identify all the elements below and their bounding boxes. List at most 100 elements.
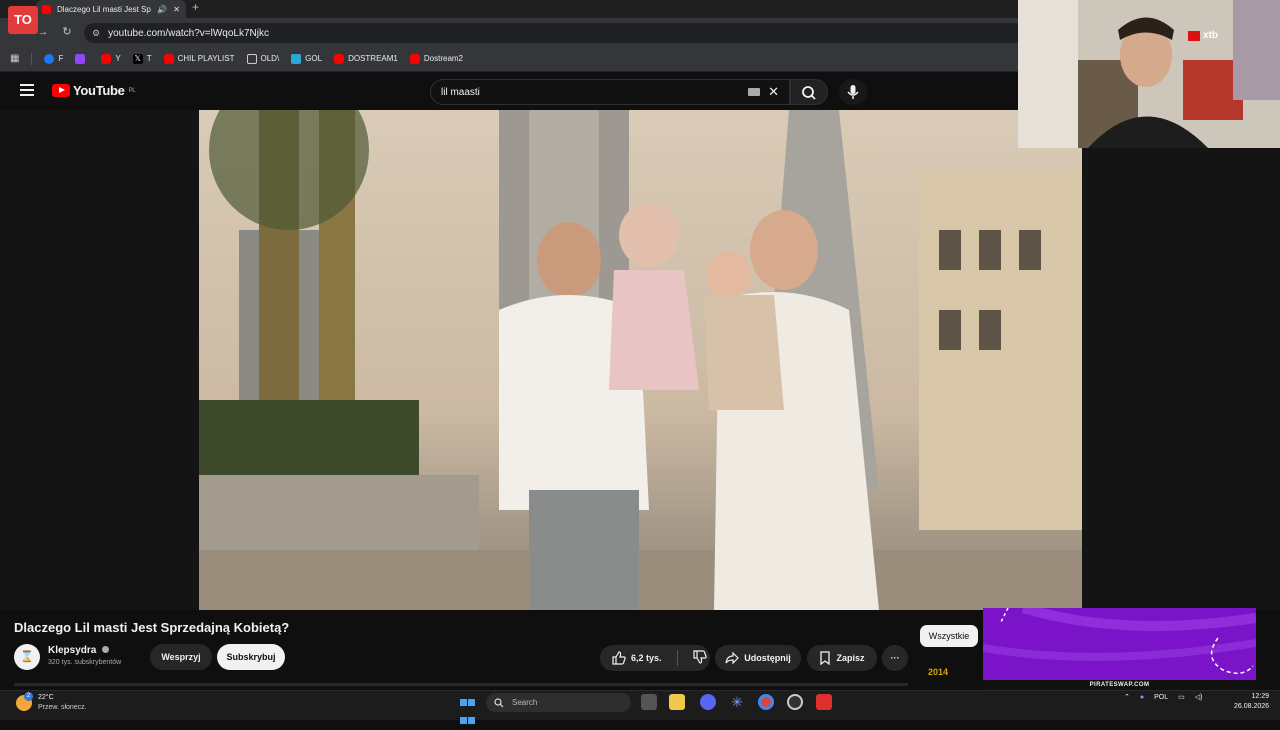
share-icon [725,651,740,665]
channel-avatar[interactable]: ⌛ [14,644,40,670]
tab-audio-icon[interactable]: 🔊 [157,5,167,14]
app-circle-icon[interactable] [787,694,803,710]
save-button[interactable]: Zapisz [807,645,877,671]
sponsor-logo: xtb [1188,30,1218,41]
facebook-icon [44,53,55,64]
clear-search-icon[interactable]: ✕ [768,84,779,100]
region-code: PL [128,87,136,94]
taskbar-search-placeholder: Search [512,698,538,707]
taskbar-clock[interactable]: 12:29 26.08.2026 [1234,692,1269,712]
webcam-image [1018,0,1280,148]
taskbar-search[interactable]: Search [486,693,631,712]
verified-icon [102,646,110,653]
reload-icon[interactable]: ↻ [60,25,74,39]
keyboard-icon[interactable] [748,88,761,96]
subscribe-button[interactable]: Subskrybuj [217,644,285,670]
tab-close-icon[interactable]: ✕ [173,5,180,14]
thumbs-down-icon [692,650,707,664]
tray-expand-icon[interactable]: ⌃ [1124,693,1130,701]
apps-grid-icon[interactable]: ▦ [10,53,19,64]
share-button[interactable]: Udostępnij [715,645,801,671]
app-sparkle-icon[interactable]: ✳ [729,694,745,710]
bookmark-y[interactable]: Y [101,53,121,64]
twitch-icon [75,53,86,64]
x-icon: 𝕏 [132,53,143,64]
bookmark-icon [820,651,831,665]
subscriber-count: 320 tys. subskrybentów [48,659,122,666]
filter-chip-all[interactable]: Wszystkie [920,625,978,647]
bookmark-t[interactable]: 𝕏T [132,53,152,64]
streamer-webcam [1018,0,1280,148]
windows-taskbar [0,690,1280,720]
microphone-icon [847,85,859,99]
clock-time: 12:29 [1251,693,1270,700]
windows-start-icon[interactable] [460,694,476,724]
youtube-logo[interactable]: YouTube PL [52,83,136,98]
new-tab-icon[interactable]: + [192,0,199,14]
channel-name[interactable]: Klepsydra [48,645,110,656]
search-icon [802,86,816,100]
youtube-icon [101,53,112,64]
join-button[interactable]: Wesprzyj [150,644,212,670]
youtube-icon [334,53,345,64]
youtube-icon [409,53,420,64]
chrome-icon[interactable] [758,694,774,710]
file-explorer-icon[interactable] [669,694,685,710]
app-red-icon[interactable] [816,694,832,710]
task-view-icon[interactable] [641,694,657,710]
tab-favicon-icon [42,4,51,14]
like-divider [676,650,678,666]
url-text: youtube.com/watch?v=lWqoLk7Njkc [108,27,269,39]
discord-icon[interactable] [700,694,716,710]
system-tray: ⌃ ● POL ▭ ◁) [1124,693,1203,702]
youtube-play-icon [52,84,70,97]
video-player[interactable] [199,110,1082,610]
recommendation-year-label: 2014 [928,667,949,677]
bookmark-dostream2[interactable]: Dostream2 [409,53,463,64]
bookmark-old[interactable]: OLD\ [246,53,279,64]
like-count: 6,2 tys. [631,653,662,663]
bookmark-gol[interactable]: GOL [291,53,322,64]
youtube-icon [163,53,174,64]
ad-banner[interactable]: PIRATESWAP.COM [983,608,1256,690]
folder-icon [246,53,257,64]
description-box-edge [14,683,908,686]
weather-sun-icon: 2 [16,692,33,711]
like-button[interactable]: 6,2 tys. [612,651,662,665]
weather-badge: 2 [24,692,33,701]
sponsor-text: xtb [1203,30,1218,41]
bookmark-dostream1[interactable]: DOSTREAM1 [334,53,398,64]
tab-title: Dlaczego Lil masti Jest Sprz [57,4,152,14]
search-button[interactable] [790,79,828,105]
share-label: Udostępnij [744,653,791,663]
volume-icon[interactable]: ◁) [1195,693,1203,701]
search-input[interactable]: lil maasti ✕ [430,79,790,105]
site-info-icon[interactable]: ⚙ [92,28,100,39]
xtb-icon [1188,30,1200,41]
ad-text: PIRATESWAP.COM [983,680,1256,690]
more-actions-button[interactable]: ··· [882,645,908,671]
microphone-tray-icon[interactable]: ● [1140,694,1144,701]
forward-icon[interactable]: → [36,25,50,39]
voice-search-button[interactable] [839,79,867,105]
ad-pattern-image [983,608,1256,674]
bookmark-separator [31,52,33,65]
weather-condition: Przew. słonecz. [38,704,87,711]
temperature: 22°C [38,694,54,701]
network-icon[interactable]: ▭ [1178,693,1185,701]
clock-date: 26.08.2026 [1234,703,1270,710]
stream-logo: TO [8,6,38,34]
bookmark-chil-playlist[interactable]: CHIL PLAYLIST [163,53,235,64]
save-label: Zapisz [836,653,865,663]
weather-widget[interactable]: 2 22°C Przew. słonecz. [16,692,87,713]
bookmark-f[interactable]: F [44,53,63,64]
browser-tab[interactable]: Dlaczego Lil masti Jest Sprz 🔊 ✕ [36,0,186,18]
dislike-button[interactable] [692,650,707,666]
gol-icon [291,53,302,64]
address-bar[interactable]: ⚙ youtube.com/watch?v=lWqoLk7Njkc [84,23,1084,43]
menu-icon[interactable] [20,84,34,96]
video-frame-image [199,110,1082,610]
video-title: Dlaczego Lil masti Jest Sprzedajną Kobie… [14,620,290,635]
language-indicator[interactable]: POL [1154,694,1168,701]
bookmark-twitch[interactable] [75,53,89,64]
